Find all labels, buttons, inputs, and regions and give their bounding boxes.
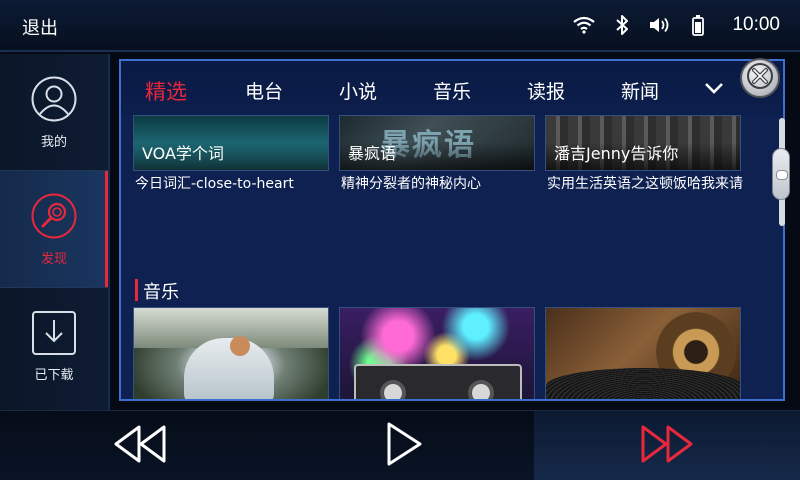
content-panel: 精选 电台 小说 音乐 读报 新闻 VOA学个词 今日词汇-close-to-h… [119, 59, 785, 401]
wifi-icon [572, 12, 596, 38]
status-bar: 退出 10:00 [0, 0, 800, 52]
bluetooth-icon [610, 12, 634, 38]
tab-newspaper[interactable]: 读报 [527, 77, 565, 104]
sidebar-item-downloaded[interactable]: 已下载 [0, 288, 108, 404]
sidebar-item-mine[interactable]: 我的 [0, 54, 108, 170]
card-overlay-text: VOA学个词 [142, 144, 224, 163]
cassette-reel [380, 380, 406, 399]
close-icon [747, 63, 773, 93]
card-image-cassette[interactable] [339, 307, 535, 399]
card-title[interactable]: 实用生活英语之这顿饭哈我来请 [547, 173, 747, 195]
clock: 10:00 [732, 14, 780, 35]
card-title[interactable]: 精神分裂者的神秘内心 [341, 173, 541, 195]
content-list: VOA学个词 今日词汇-close-to-heart 暴疯语 暴疯语 精神分裂者… [121, 115, 783, 399]
card-title[interactable]: 今日词汇-close-to-heart [135, 173, 335, 195]
rewind-button[interactable] [60, 411, 220, 480]
cassette-body [354, 364, 522, 399]
sidebar-item-label: 已下载 [34, 367, 74, 383]
cassette-reel [468, 380, 494, 399]
card-image[interactable]: 潘吉Jenny告诉你 [545, 115, 741, 171]
section-title: 音乐 [143, 282, 179, 303]
playback-controls [0, 410, 800, 480]
discover-icon [30, 192, 78, 244]
tab-news[interactable]: 新闻 [621, 77, 659, 104]
card-image[interactable]: VOA学个词 [133, 115, 329, 171]
exit-button[interactable]: 退出 [22, 14, 58, 40]
card-image[interactable]: 暴疯语 暴疯语 [339, 115, 535, 171]
volume-icon [648, 12, 672, 38]
tab-radio[interactable]: 电台 [245, 77, 283, 104]
battery-icon [686, 12, 710, 38]
section-marker [135, 279, 138, 301]
sidebar-item-discover[interactable]: 发现 [0, 171, 108, 287]
sidebar-item-label: 发现 [40, 251, 67, 267]
chevron-down-icon[interactable] [703, 79, 725, 97]
tab-music[interactable]: 音乐 [433, 77, 471, 104]
figure-dress [184, 338, 274, 399]
play-icon [384, 421, 424, 471]
scrollbar-thumb[interactable] [772, 148, 790, 200]
card-overlay-text: 暴疯语 [348, 144, 397, 163]
rewind-icon [112, 424, 168, 468]
sidebar: 我的 发现 已下载 [0, 54, 110, 410]
card-image-woman[interactable] [133, 307, 329, 399]
fast-forward-icon [639, 424, 695, 468]
tab-featured[interactable]: 精选 [145, 76, 187, 106]
card-image-gramophone[interactable] [545, 307, 741, 399]
user-icon [30, 75, 78, 127]
vinyl-record [546, 368, 740, 399]
tab-novel[interactable]: 小说 [339, 77, 377, 104]
category-tabs: 精选 电台 小说 音乐 读报 新闻 [121, 61, 783, 115]
card-overlay-text: 潘吉Jenny告诉你 [554, 144, 679, 163]
download-icon [31, 310, 77, 360]
status-icons: 10:00 [572, 12, 780, 38]
figure-head [230, 336, 250, 356]
close-button[interactable] [740, 58, 780, 98]
sidebar-item-label: 我的 [40, 134, 67, 150]
play-button[interactable] [324, 411, 484, 480]
fast-forward-button[interactable] [534, 411, 800, 480]
